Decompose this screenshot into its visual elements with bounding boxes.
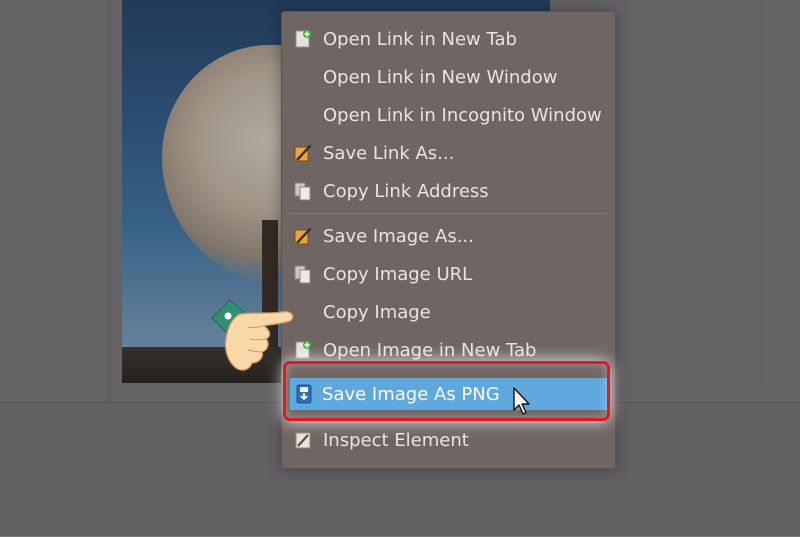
menu-item-open-link-new-tab[interactable]: Open Link in New Tab xyxy=(283,21,614,58)
menu-item-label: Copy Link Address xyxy=(323,181,489,202)
menu-item-copy-image-url[interactable]: Copy Image URL xyxy=(283,256,614,293)
menu-item-label: Open Link in New Window xyxy=(323,67,558,88)
menu-item-save-image-as[interactable]: Save Image As... xyxy=(283,218,614,255)
new-tab-icon xyxy=(295,30,311,48)
menu-item-label: Copy Image xyxy=(323,302,431,323)
save-as-icon xyxy=(294,228,311,245)
annotation-highlight-frame xyxy=(283,361,610,421)
menu-item-label: Save Image As... xyxy=(323,226,474,247)
menu-item-save-link-as[interactable]: Save Link As... xyxy=(283,135,614,172)
pencil-icon xyxy=(295,432,311,449)
menu-item-label: Open Link in Incognito Window xyxy=(323,105,602,126)
hand-pointer-icon xyxy=(211,299,294,371)
menu-separator xyxy=(290,213,606,214)
copy-icon xyxy=(294,265,311,284)
menu-item-open-link-new-window[interactable]: Open Link in New Window xyxy=(283,59,614,96)
menu-item-inspect-element[interactable]: Inspect Element xyxy=(283,422,614,459)
menu-item-copy-link-address[interactable]: Copy Link Address xyxy=(283,173,614,210)
menu-item-label: Open Link in New Tab xyxy=(323,29,517,50)
menu-item-label: Inspect Element xyxy=(323,430,469,451)
save-as-icon xyxy=(294,145,311,162)
menu-item-open-link-incognito[interactable]: Open Link in Incognito Window xyxy=(283,97,614,134)
copy-icon xyxy=(294,182,311,201)
menu-item-label: Save Link As... xyxy=(323,143,455,164)
menu-item-label: Copy Image URL xyxy=(323,264,473,285)
mouse-cursor-icon xyxy=(513,387,530,415)
menu-item-copy-image[interactable]: Copy Image xyxy=(283,294,614,331)
